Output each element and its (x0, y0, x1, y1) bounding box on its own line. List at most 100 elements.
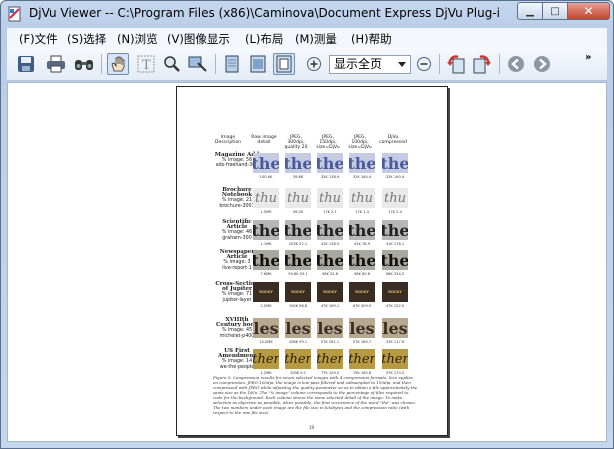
menu-file[interactable]: (F)文件 (19, 31, 58, 47)
forward-button[interactable] (531, 53, 553, 75)
save-icon (18, 56, 34, 72)
find-icon (75, 60, 93, 70)
app-window: DjVu Viewer -- C:\Program Files (x86)\Ca… (0, 0, 614, 449)
thumbnail-caption: 98K 334.5 (385, 272, 405, 276)
menu-help[interactable]: (H)帮助 (351, 31, 392, 47)
image-thumbnail: thu (285, 188, 311, 208)
document-viewport[interactable]: Image Description Raw image detail JPEG,… (7, 82, 607, 442)
image-thumbnail: les (285, 318, 311, 338)
image-thumbnail: ROCKY (382, 282, 408, 302)
table-header: JPEG, 100dpi, size=DjVu (348, 135, 372, 150)
image-thumbnail: the (253, 153, 279, 173)
image-thumbnail: ther (382, 349, 408, 369)
row-title: Newspaper Article (219, 249, 255, 261)
svg-text:T: T (142, 58, 151, 73)
rotate-right-button[interactable] (471, 53, 493, 75)
zoom-tool-button[interactable] (161, 53, 183, 75)
window-title: DjVu Viewer -- C:\Program Files (x86)\Ca… (29, 6, 499, 20)
single-page-button[interactable] (221, 53, 243, 75)
thumbnail-caption: 39.8K (292, 175, 304, 179)
thumbnail-caption: 57K 165.7 (352, 340, 372, 344)
image-thumbnail: ther (253, 349, 279, 369)
thumbnail-caption: 41K 138.5 (320, 242, 340, 246)
thumbnail-caption: 17K 1.4 (355, 210, 369, 214)
image-thumbnail: ROCKY (253, 282, 279, 302)
chevron-down-icon (398, 62, 406, 67)
zoom-level-select[interactable]: 显示全页 (329, 55, 411, 74)
text-select-button[interactable]: T (135, 53, 157, 75)
close-icon: ✕ (583, 4, 594, 18)
menu-bar: (F)文件 (S)选择 (N)浏览 (V)图像显示 (L)布局 (M)测量 (H… (7, 28, 607, 48)
print-button[interactable] (45, 53, 67, 75)
image-thumbnail: les (317, 318, 343, 338)
print-icon (47, 55, 65, 73)
toolbar-overflow-button[interactable]: » (585, 52, 591, 63)
save-button[interactable] (15, 53, 37, 75)
thumbnail-caption: 203K 52.1 (288, 242, 308, 246)
minimize-button[interactable]: ▁ (517, 2, 543, 20)
row-title: Brochure Notebook (221, 187, 253, 199)
region-select-button[interactable] (187, 53, 209, 75)
image-thumbnail: thu (349, 188, 375, 208)
find-button[interactable] (73, 53, 95, 75)
menu-browse[interactable]: (N)浏览 (117, 31, 158, 47)
image-thumbnail: ther (317, 349, 343, 369)
thumbnail-caption: 100.6K (259, 175, 273, 179)
document-page: Image Description Raw image detail JPEG,… (176, 86, 448, 436)
zoom-out-button[interactable] (413, 53, 435, 75)
close-button[interactable]: ✕ (567, 2, 610, 20)
djvu-app-icon (8, 6, 21, 22)
rotate-right-icon (473, 55, 491, 74)
back-icon (508, 56, 524, 72)
thumbnail-caption: 37K 117.6 (385, 340, 405, 344)
image-thumbnail: the (349, 153, 375, 173)
fit-page-button[interactable] (273, 53, 295, 75)
thumbnail-caption: 59.6K 53.1 (288, 272, 308, 276)
thumbnail-caption: 56.0K (292, 210, 304, 214)
image-thumbnail: les (382, 318, 408, 338)
image-thumbnail: the (382, 153, 408, 173)
thumbnail-caption: 1.1MK (260, 242, 272, 246)
minimize-icon: ▁ (526, 5, 534, 17)
hand-tool-button[interactable] (107, 53, 129, 75)
title-bar[interactable]: DjVu Viewer -- C:\Program Files (x86)\Ca… (1, 1, 613, 27)
rotate-left-icon (447, 55, 465, 74)
menu-layout[interactable]: (L)布局 (245, 31, 283, 47)
image-thumbnail: les (349, 318, 375, 338)
thumbnail-caption: 47K 169.1 (320, 304, 340, 308)
text-select-icon: T (137, 55, 155, 73)
image-thumbnail: thu (317, 188, 343, 208)
thumbnail-caption: 41K 176.1 (385, 242, 405, 246)
back-button[interactable] (505, 53, 527, 75)
figure-caption: Figure 5: Compression results for seven … (213, 375, 418, 415)
thumbnail-caption: 98K 55.8 (321, 272, 339, 276)
thumbnail-caption: 67K 309.9 (352, 304, 372, 308)
zoom-in-icon (307, 57, 321, 71)
fit-page-icon (276, 55, 292, 73)
menu-select[interactable]: (S)选择 (67, 31, 106, 47)
thumbnail-caption: 32K 190.4 (385, 175, 405, 179)
zoom-in-button[interactable] (303, 53, 325, 75)
continuous-page-button[interactable] (247, 53, 269, 75)
thumbnail-caption: 1.5MK (260, 210, 272, 214)
image-thumbnail: ther (349, 349, 375, 369)
zoom-level-value: 显示全页 (334, 57, 383, 71)
menu-measure[interactable]: (M)测量 (295, 31, 337, 47)
rotate-left-button[interactable] (445, 53, 467, 75)
image-thumbnail: the (253, 220, 279, 240)
row-title: XVIIIth Century book (215, 317, 259, 329)
image-thumbnail: the (317, 250, 343, 270)
forward-icon (534, 56, 550, 72)
page-number: 19 (309, 425, 315, 430)
menu-image-display[interactable]: (V)图像显示 (167, 31, 230, 47)
toolbar: T 显示全页 » (7, 48, 607, 81)
hand-icon (111, 56, 125, 72)
image-thumbnail: les (253, 318, 279, 338)
image-thumbnail: the (317, 220, 343, 240)
zoom-icon (164, 56, 180, 72)
image-thumbnail: the (285, 220, 311, 240)
image-thumbnail: the (382, 250, 408, 270)
image-thumbnail: the (349, 220, 375, 240)
continuous-page-icon (250, 55, 266, 73)
maximize-button[interactable]: □ (542, 2, 568, 20)
